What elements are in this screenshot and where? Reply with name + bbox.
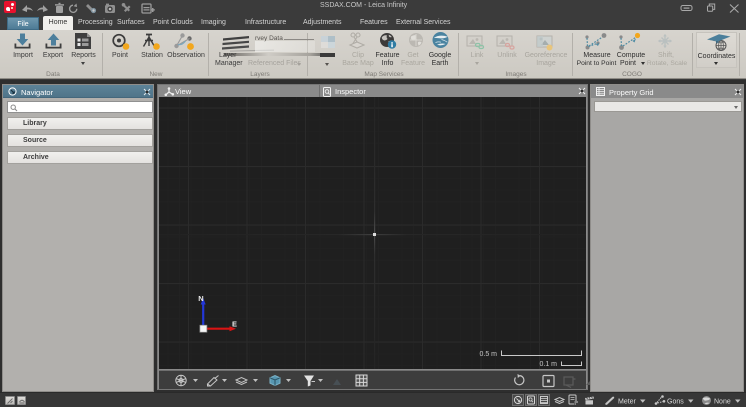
svg-text:Gons: Gons xyxy=(667,399,684,406)
svg-text:0.1 m: 0.1 m xyxy=(539,361,557,368)
svg-text:E: E xyxy=(232,320,237,329)
svg-text:None: None xyxy=(714,399,731,406)
svg-text:N: N xyxy=(198,294,203,303)
svg-text:Meter: Meter xyxy=(618,399,637,406)
svg-text:0.5 m: 0.5 m xyxy=(479,351,497,358)
